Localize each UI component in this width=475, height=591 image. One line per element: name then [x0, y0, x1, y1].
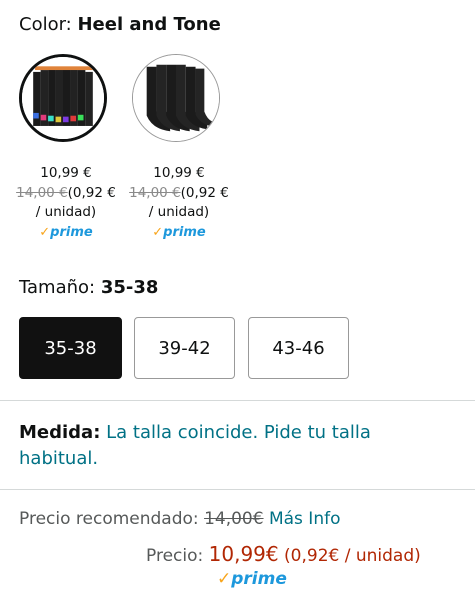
divider	[0, 489, 475, 490]
prime-check-icon: ✓	[217, 569, 232, 589]
swatch-old-price: 14,00 €	[129, 184, 181, 201]
socks-black-image	[132, 54, 220, 142]
price-label: Precio:	[146, 546, 204, 566]
divider	[0, 400, 475, 401]
more-info-link[interactable]: Más Info	[269, 509, 341, 529]
unit-price-value: (0,92€ / unidad)	[284, 546, 421, 566]
swatch-price-block: 10,99 € 14,00 €(0,92 € / unidad) ✓prime	[11, 164, 121, 242]
size-label: Tamaño:	[19, 277, 96, 298]
swatch-unit-suffix: / unidad)	[148, 204, 210, 220]
price-row: Precio: 10,99€ (0,92€ / unidad)	[146, 542, 421, 566]
swatch-unit-suffix: / unidad)	[35, 204, 97, 220]
size-option-35-38[interactable]: 35-38	[19, 317, 122, 379]
recommended-price-value: 14,00€	[204, 509, 264, 529]
socks-colorful-heel-image	[19, 54, 107, 142]
prime-badge: ✓prime	[39, 224, 93, 240]
size-option-43-46[interactable]: 43-46	[248, 317, 349, 379]
size-selection-label: Tamaño: 35-38	[19, 277, 158, 298]
swatch-price: 10,99 €	[153, 165, 205, 181]
prime-badge: ✓prime	[217, 569, 287, 589]
swatch-price: 10,99 €	[40, 165, 92, 181]
fit-label: Medida:	[19, 422, 101, 443]
size-value: 35-38	[100, 277, 159, 298]
prime-check-icon: ✓	[39, 224, 51, 240]
prime-badge: ✓prime	[152, 224, 206, 240]
swatch-unit-price: (0,92 €	[180, 184, 229, 201]
size-option-39-42[interactable]: 39-42	[134, 317, 235, 379]
color-selection-label: Color: Heel and Tone	[19, 14, 221, 35]
swatch-old-price: 14,00 €	[16, 184, 68, 201]
fit-info: Medida: La talla coincide. Pide tu talla…	[19, 420, 449, 472]
color-value: Heel and Tone	[77, 14, 221, 35]
recommended-price-row: Precio recomendado: 14,00€ Más Info	[19, 509, 340, 529]
recommended-price-label: Precio recomendado:	[19, 509, 199, 529]
color-label: Color:	[19, 14, 72, 35]
price-value: 10,99€	[208, 542, 279, 566]
swatch-price-block: 10,99 € 14,00 €(0,92 € / unidad) ✓prime	[124, 164, 234, 242]
swatch-unit-price: (0,92 €	[67, 184, 116, 201]
prime-check-icon: ✓	[152, 224, 164, 240]
